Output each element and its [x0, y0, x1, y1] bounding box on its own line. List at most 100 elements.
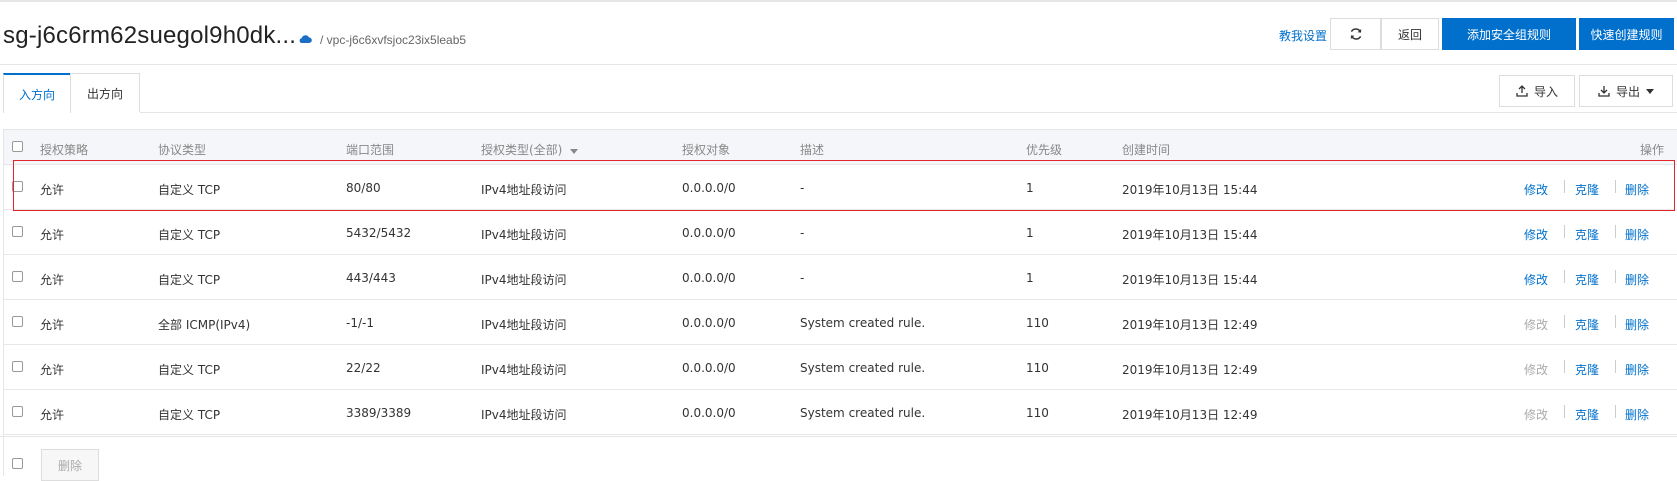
delete-button[interactable]: 删除 — [1625, 361, 1649, 378]
cell-auth-object: 0.0.0.0/0 — [682, 361, 736, 375]
edit-button[interactable]: 修改 — [1524, 271, 1548, 288]
top-border — [0, 0, 1677, 2]
col-priority: 优先级 — [1026, 143, 1063, 157]
action-separator — [1615, 270, 1616, 283]
cell-priority: 1 — [1026, 181, 1034, 195]
edit-button[interactable]: 修改 — [1524, 181, 1548, 198]
footer-select-all-checkbox[interactable] — [12, 458, 23, 469]
cell-created: 2019年10月13日 15:44 — [1122, 273, 1258, 287]
cell-auth-type: IPv4地址段访问 — [481, 228, 567, 242]
tab-outbound[interactable]: 出方向 — [70, 73, 140, 112]
action-separator — [1615, 225, 1616, 238]
col-auth-object: 授权对象 — [682, 143, 731, 157]
action-separator — [1615, 180, 1616, 193]
cell-protocol: 自定义 TCP — [158, 228, 221, 242]
row-checkbox[interactable] — [12, 181, 23, 192]
cell-auth-object: 0.0.0.0/0 — [682, 316, 736, 330]
cell-policy: 允许 — [40, 363, 65, 377]
col-auth-type-label: 授权类型(全部) — [481, 143, 563, 157]
upload-icon — [1516, 85, 1528, 97]
cell-description: - — [800, 271, 805, 285]
row-checkbox[interactable] — [12, 316, 23, 327]
cell-port: 80/80 — [346, 181, 381, 195]
edit-button: 修改 — [1524, 408, 1549, 422]
select-all-checkbox[interactable] — [12, 141, 23, 152]
cell-auth-type: IPv4地址段访问 — [481, 273, 567, 287]
col-description: 描述 — [800, 143, 825, 157]
batch-delete-button[interactable]: 删除 — [41, 449, 99, 481]
table-row: 允许 自定义 TCP 5432/5432 IPv4地址段访问 0.0.0.0/0 - 1 20… — [4, 210, 1677, 255]
export-button[interactable]: 导出 — [1579, 75, 1673, 107]
table-header: 授权策略 协议类型 端口范围 授权类型(全部) 授权对象 描述 优先级 创建时间… — [4, 129, 1677, 165]
cell-protocol: 自定义 TCP — [158, 273, 221, 287]
clone-button[interactable]: 克隆 — [1575, 361, 1599, 378]
delete-button[interactable]: 删除 — [1625, 181, 1649, 198]
cell-port: 3389/3389 — [346, 406, 412, 420]
table-bottom-border — [0, 436, 1677, 437]
col-port: 端口范围 — [346, 143, 395, 157]
cell-protocol: 自定义 TCP — [158, 183, 221, 197]
delete-button[interactable]: 删除 — [1625, 406, 1649, 423]
cell-policy: 允许 — [40, 228, 65, 242]
table-row: 允许 自定义 TCP 80/80 IPv4地址段访问 0.0.0.0/0 - 1 2019年1… — [4, 165, 1677, 210]
cell-policy: 允许 — [40, 273, 65, 287]
tab-inbound[interactable]: 入方向 — [3, 73, 71, 113]
edit-button: 修改 — [1524, 318, 1549, 332]
clone-button[interactable]: 克隆 — [1575, 226, 1599, 243]
col-policy: 授权策略 — [40, 143, 89, 157]
caret-down-icon — [1646, 88, 1654, 94]
cell-protocol: 自定义 TCP — [158, 363, 221, 377]
cell-policy: 允许 — [40, 318, 65, 332]
row-checkbox[interactable] — [12, 361, 23, 372]
row-checkbox[interactable] — [12, 271, 23, 282]
cell-priority: 110 — [1026, 316, 1049, 330]
cell-auth-type: IPv4地址段访问 — [481, 363, 567, 377]
tutorial-link[interactable]: 教我设置 — [1279, 27, 1327, 44]
delete-button[interactable]: 删除 — [1625, 316, 1649, 333]
delete-button[interactable]: 删除 — [1625, 226, 1649, 243]
table-row: 允许 自定义 TCP 443/443 IPv4地址段访问 0.0.0.0/0 - 1 2019… — [4, 255, 1677, 300]
quick-create-rule-button[interactable]: 快速创建规则 — [1579, 18, 1674, 50]
cell-description: System created rule. — [800, 406, 926, 420]
edit-button[interactable]: 修改 — [1524, 226, 1548, 243]
col-actions: 操作 — [1640, 143, 1665, 157]
col-auth-type[interactable]: 授权类型(全部) — [481, 141, 579, 158]
delete-button[interactable]: 删除 — [1625, 271, 1649, 288]
cell-auth-object: 0.0.0.0/0 — [682, 181, 736, 195]
add-security-rule-button[interactable]: 添加安全组规则 — [1442, 18, 1576, 50]
row-checkbox[interactable] — [12, 226, 23, 237]
cell-port: 5432/5432 — [346, 226, 412, 240]
action-separator — [1564, 360, 1565, 373]
cell-port: -1/-1 — [346, 316, 374, 330]
action-separator — [1564, 180, 1565, 193]
refresh-button[interactable] — [1330, 18, 1381, 50]
cell-created: 2019年10月13日 15:44 — [1122, 228, 1258, 242]
clone-button[interactable]: 克隆 — [1575, 181, 1599, 198]
cell-description: - — [800, 181, 805, 195]
cell-description: System created rule. — [800, 316, 926, 330]
action-separator — [1615, 405, 1616, 418]
cell-auth-object: 0.0.0.0/0 — [682, 406, 736, 420]
cell-created: 2019年10月13日 12:49 — [1122, 318, 1258, 332]
cell-port: 443/443 — [346, 271, 396, 285]
cell-priority: 1 — [1026, 271, 1034, 285]
back-button[interactable]: 返回 — [1381, 18, 1439, 50]
clone-button[interactable]: 克隆 — [1575, 406, 1599, 423]
row-checkbox[interactable] — [12, 406, 23, 417]
clone-button[interactable]: 克隆 — [1575, 271, 1599, 288]
vpc-breadcrumb[interactable]: / vpc-j6c6xvfsjoc23ix5leab5 — [320, 33, 466, 47]
action-separator — [1564, 225, 1565, 238]
action-separator — [1615, 360, 1616, 373]
cloud-icon[interactable] — [298, 34, 312, 44]
cell-priority: 110 — [1026, 361, 1049, 375]
clone-button[interactable]: 克隆 — [1575, 316, 1599, 333]
page-header: sg-j6c6rm62suegol9h0dk... / vpc-j6c6xvfs… — [0, 14, 1677, 62]
cell-auth-type: IPv4地址段访问 — [481, 318, 567, 332]
action-separator — [1615, 315, 1616, 328]
page-title: sg-j6c6rm62suegol9h0dk... — [3, 22, 297, 49]
table-row: 允许 自定义 TCP 22/22 IPv4地址段访问 0.0.0.0/0 System c… — [4, 345, 1677, 390]
cell-auth-type: IPv4地址段访问 — [481, 408, 567, 422]
import-button[interactable]: 导入 — [1499, 75, 1575, 107]
cell-priority: 110 — [1026, 406, 1049, 420]
tab-divider — [140, 112, 1677, 113]
